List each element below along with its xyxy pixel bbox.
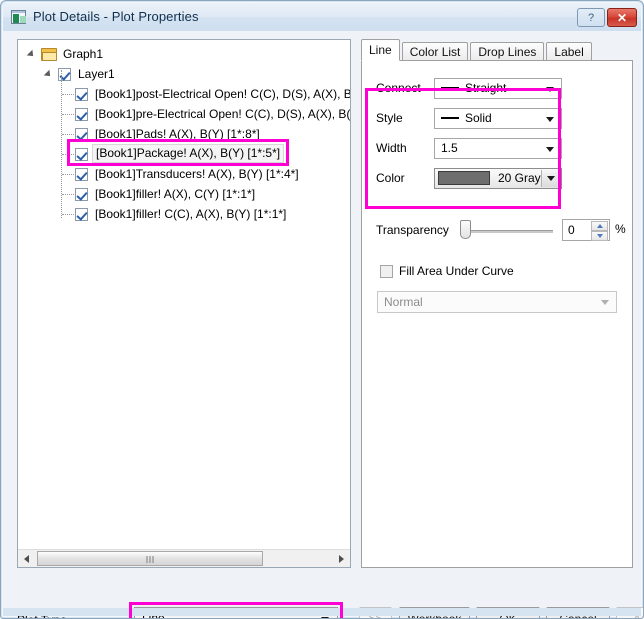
checkbox-icon[interactable] — [75, 188, 88, 201]
tab-color-list[interactable]: Color List — [402, 42, 469, 61]
window-title: Plot Details - Plot Properties — [33, 9, 199, 24]
color-dropdown[interactable]: 20 Gray — [434, 168, 562, 189]
style-value: Solid — [465, 111, 492, 125]
tree-item-label: Graph1 — [63, 47, 103, 61]
tree-item-label: Layer1 — [78, 67, 115, 81]
checkbox-icon[interactable] — [75, 128, 88, 141]
plot-tree-panel[interactable]: Graph1 Layer1 [Book1]post-Electrical Ope… — [17, 39, 351, 568]
transparency-label: Transparency — [376, 223, 454, 237]
color-label: Color — [376, 171, 434, 185]
tree-horizontal-scrollbar[interactable] — [18, 549, 350, 567]
properties-panel: Line Color List Drop Lines Label Connect… — [361, 39, 633, 568]
spinner-buttons[interactable] — [591, 221, 608, 241]
connect-row: Connect Straight — [376, 77, 562, 99]
tree-item-label: [Book1]Package! A(X), B(Y) [1*:5*] — [92, 144, 284, 163]
tree-guide-line — [61, 70, 62, 218]
title-bar[interactable]: Plot Details - Plot Properties ? ✕ — [3, 3, 641, 31]
tree-item-plot[interactable]: [Book1]Transducers! A(X), B(Y) [1*:4*] — [18, 164, 350, 184]
tab-line[interactable]: Line — [361, 39, 400, 61]
spinner-up-icon[interactable] — [591, 221, 608, 231]
transparency-slider-thumb[interactable] — [460, 220, 471, 239]
width-row: Width 1.5 — [376, 137, 562, 159]
scroll-right-icon[interactable] — [333, 550, 350, 567]
tree-item-plot[interactable]: [Book1]filler! C(C), A(X), B(Y) [1*:1*] — [18, 204, 350, 224]
chevron-down-icon — [601, 300, 609, 305]
fill-mode-dropdown: Normal — [377, 291, 617, 313]
checkbox-icon[interactable] — [380, 265, 393, 278]
style-row: Style Solid — [376, 107, 562, 129]
straight-line-icon — [441, 87, 459, 89]
tree-connector-icon — [62, 154, 74, 155]
checkbox-icon[interactable] — [75, 208, 88, 221]
chevron-down-icon — [546, 117, 554, 122]
dialog-client-area: Graph1 Layer1 [Book1]post-Electrical Ope… — [3, 31, 641, 616]
close-button[interactable]: ✕ — [607, 8, 637, 27]
solid-line-icon — [441, 117, 459, 119]
scroll-left-icon[interactable] — [18, 550, 35, 567]
tree-item-plot[interactable]: [Book1]filler! A(X), C(Y) [1*:1*] — [18, 184, 350, 204]
tree-connector-icon — [62, 114, 74, 115]
tab-bar: Line Color List Drop Lines Label — [361, 39, 594, 61]
transparency-slider-track[interactable] — [464, 230, 553, 233]
checkbox-icon[interactable] — [75, 108, 88, 121]
color-row: Color 20 Gray — [376, 167, 562, 189]
tree-connector-icon — [62, 94, 74, 95]
line-tab-body: Connect Straight Style Solid — [361, 60, 633, 568]
scrollbar-grip-icon — [147, 556, 154, 563]
tree-connector-icon — [62, 174, 74, 175]
fill-area-checkbox-row[interactable]: Fill Area Under Curve — [380, 264, 514, 278]
tree-item-label: [Book1]Transducers! A(X), B(Y) [1*:4*] — [95, 167, 299, 181]
fill-area-label: Fill Area Under Curve — [399, 264, 514, 278]
expander-icon[interactable] — [45, 69, 56, 80]
tab-label[interactable]: Label — [546, 42, 591, 61]
transparency-spinner[interactable]: 0 — [562, 219, 610, 241]
tree-item-layer1[interactable]: Layer1 — [18, 64, 350, 84]
tree-item-label: [Book1]filler! C(C), A(X), B(Y) [1*:1*] — [95, 207, 286, 221]
tree-item-plot[interactable]: [Book1]post-Electrical Open! C(C), D(S),… — [18, 84, 350, 104]
tree-connector-icon — [62, 214, 74, 215]
transparency-value[interactable]: 0 — [563, 223, 575, 237]
scrollbar-thumb[interactable] — [37, 551, 263, 566]
tree-item-label: [Book1]filler! A(X), C(Y) [1*:1*] — [95, 187, 255, 201]
tree-item-graph1[interactable]: Graph1 — [18, 44, 350, 64]
percent-label: % — [615, 222, 626, 236]
plot-tree-scroll: Graph1 Layer1 [Book1]post-Electrical Ope… — [18, 40, 350, 549]
folder-icon — [41, 48, 57, 61]
width-label: Width — [376, 141, 434, 155]
status-bar — [3, 608, 641, 616]
style-label: Style — [376, 111, 434, 125]
plot-tree-list: Graph1 Layer1 [Book1]post-Electrical Ope… — [18, 40, 350, 224]
checkbox-icon[interactable] — [75, 88, 88, 101]
tree-item-plot[interactable]: [Book1]Pads! A(X), B(Y) [1*:8*] — [18, 124, 350, 144]
spinner-down-icon[interactable] — [591, 231, 608, 241]
checkbox-icon[interactable] — [75, 168, 88, 181]
checkbox-icon[interactable] — [75, 148, 88, 161]
style-dropdown[interactable]: Solid — [434, 108, 562, 129]
tree-item-plot[interactable]: [Book1]pre-Electrical Open! C(C), D(S), … — [18, 104, 350, 124]
chevron-down-icon — [546, 147, 554, 152]
tab-drop-lines[interactable]: Drop Lines — [470, 42, 544, 61]
tree-item-label: [Book1]Pads! A(X), B(Y) [1*:8*] — [95, 127, 260, 141]
tree-item-label: [Book1]pre-Electrical Open! C(C), D(S), … — [95, 107, 350, 121]
color-value: 20 Gray — [498, 171, 541, 185]
tree-connector-icon — [62, 194, 74, 195]
tree-item-plot-selected[interactable]: [Book1]Package! A(X), B(Y) [1*:5*] — [18, 144, 350, 164]
plot-window-icon — [11, 10, 26, 24]
width-value: 1.5 — [441, 141, 458, 155]
chevron-down-icon[interactable] — [541, 170, 560, 187]
plot-details-window: Plot Details - Plot Properties ? ✕ Graph… — [0, 0, 644, 619]
help-button[interactable]: ? — [577, 8, 605, 27]
expander-icon[interactable] — [28, 49, 39, 60]
width-dropdown[interactable]: 1.5 — [434, 138, 562, 159]
connect-value: Straight — [465, 81, 506, 95]
tree-item-label: [Book1]post-Electrical Open! C(C), D(S),… — [95, 87, 350, 101]
connect-label: Connect — [376, 81, 434, 95]
checkbox-icon[interactable] — [58, 68, 71, 81]
tree-connector-icon — [62, 134, 74, 135]
connect-dropdown[interactable]: Straight — [434, 78, 562, 99]
color-swatch — [438, 171, 490, 185]
chevron-down-icon — [546, 87, 554, 92]
fill-mode-value: Normal — [384, 295, 423, 309]
